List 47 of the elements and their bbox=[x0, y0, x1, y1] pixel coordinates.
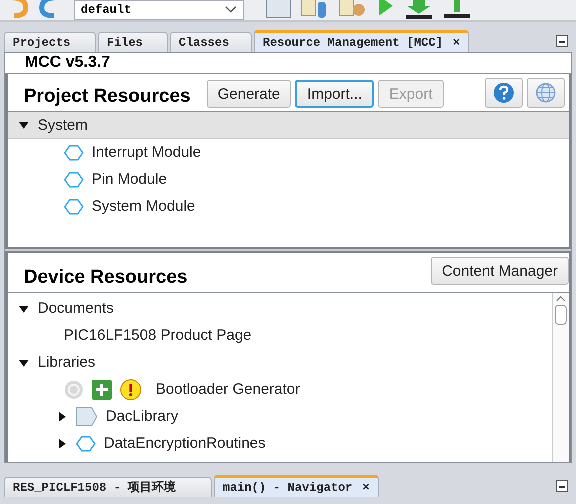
program-device-icon bbox=[404, 0, 434, 20]
generate-button[interactable]: Generate bbox=[206, 80, 292, 108]
help-button[interactable] bbox=[485, 78, 523, 108]
close-button[interactable]: × bbox=[362, 480, 370, 494]
add-icon bbox=[92, 380, 112, 400]
minimize-icon bbox=[556, 480, 568, 492]
configuration-dropdown[interactable]: default bbox=[74, 0, 244, 20]
hexagon-icon bbox=[64, 170, 84, 188]
library-icon bbox=[76, 406, 98, 426]
section-title: Project Resources bbox=[24, 86, 191, 108]
tab[interactable]: Files bbox=[98, 32, 168, 52]
tree-item[interactable]: DacLibrary bbox=[106, 408, 179, 425]
tab[interactable]: RES_PICLF1508 - 项目环境 bbox=[4, 477, 212, 497]
tree-item[interactable]: Interrupt Module bbox=[92, 144, 202, 161]
chevron-down-icon bbox=[225, 6, 237, 14]
tree-item[interactable]: DataEncryptionRoutines bbox=[104, 435, 266, 452]
section-title: Device Resources bbox=[24, 267, 188, 289]
tree-item[interactable]: Documents bbox=[38, 300, 114, 317]
hexagon-icon bbox=[76, 434, 96, 452]
tree-item[interactable]: Bootloader Generator bbox=[156, 381, 300, 398]
minimize-icon bbox=[556, 35, 568, 47]
close-button[interactable]: × bbox=[453, 36, 460, 50]
globe-icon bbox=[535, 82, 557, 104]
tab[interactable]: Classes bbox=[170, 32, 252, 52]
expanded-triangle-icon[interactable] bbox=[19, 358, 29, 368]
collapsed-triangle-icon[interactable] bbox=[57, 412, 67, 422]
tree-item[interactable]: System Module bbox=[92, 198, 196, 215]
version-label: MCC v5.3.7 bbox=[5, 53, 571, 74]
expanded-triangle-icon[interactable] bbox=[19, 120, 29, 130]
hexagon-icon bbox=[64, 198, 84, 216]
collapsed-triangle-icon[interactable] bbox=[57, 438, 67, 448]
tab[interactable]: main() - Navigator × bbox=[214, 475, 379, 497]
tree-item[interactable]: Pin Module bbox=[92, 171, 168, 188]
hexagon-icon bbox=[64, 144, 84, 162]
expanded-triangle-icon[interactable] bbox=[19, 304, 29, 314]
web-button[interactable] bbox=[527, 78, 565, 108]
content-manager-button[interactable]: Content Manager bbox=[431, 257, 569, 285]
tree-item[interactable]: System bbox=[38, 116, 88, 134]
warning-icon bbox=[120, 378, 142, 400]
tab[interactable]: Resource Management [MCC] × bbox=[254, 30, 470, 52]
tab[interactable]: Projects bbox=[4, 32, 96, 52]
hold-reset-icon bbox=[442, 0, 472, 20]
document-link[interactable]: PIC16LF1508 Product Page bbox=[64, 327, 252, 344]
scroll-thumb[interactable] bbox=[555, 305, 567, 325]
tree-item[interactable]: Libraries bbox=[38, 354, 96, 371]
scroll-up-icon bbox=[556, 296, 566, 302]
import-button[interactable]: Import... bbox=[295, 80, 374, 108]
